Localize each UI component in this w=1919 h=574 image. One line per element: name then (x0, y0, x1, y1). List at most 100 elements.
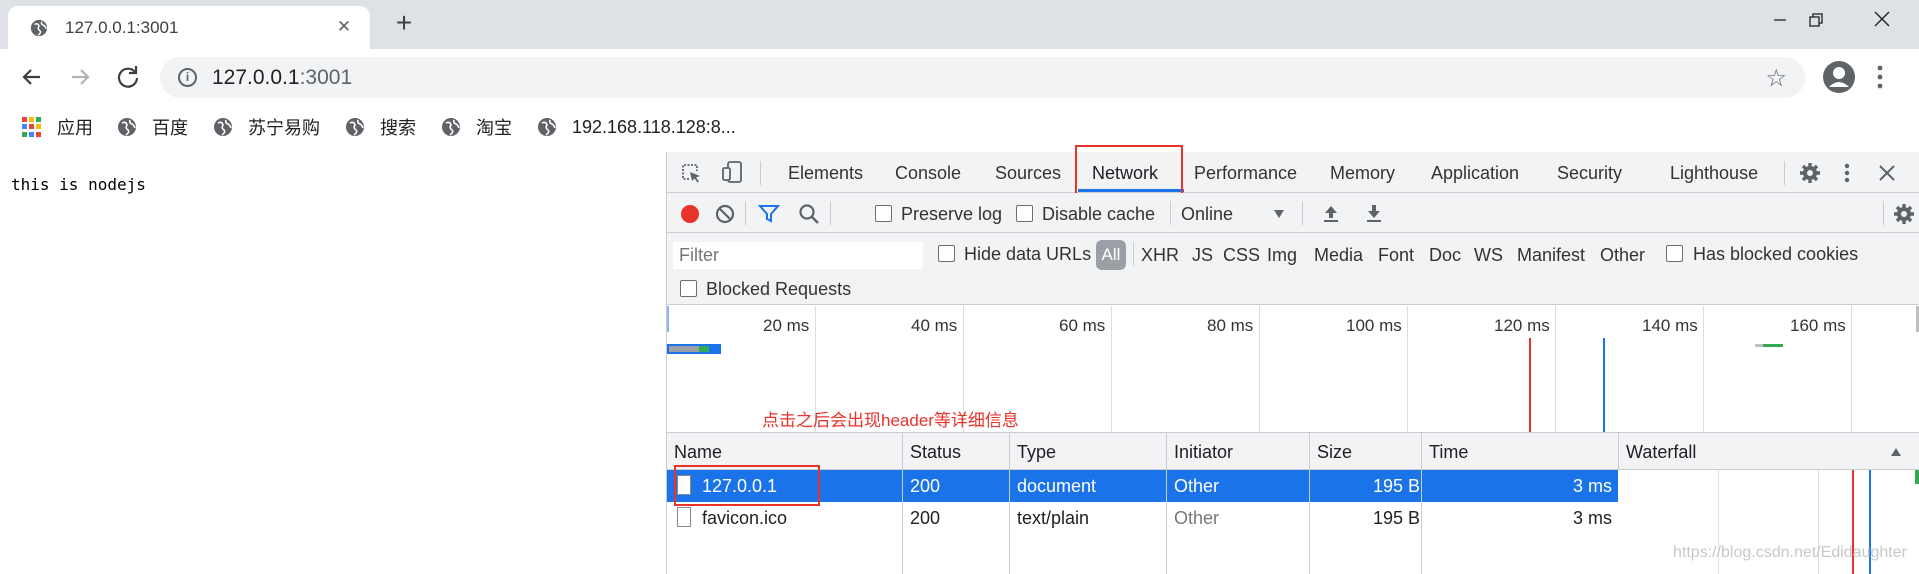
cell-name: favicon.ico (702, 508, 788, 528)
column-time[interactable]: Time (1429, 442, 1468, 463)
column-divider[interactable] (1421, 432, 1422, 574)
watermark: https://blog.csdn.net/Edidaughter (1673, 544, 1907, 561)
bookmark-apps[interactable]: 应用 (22, 116, 93, 138)
minimize-button[interactable] (1764, 8, 1796, 36)
search-icon[interactable] (798, 203, 820, 225)
clear-icon[interactable] (715, 204, 735, 224)
column-divider[interactable] (1309, 432, 1310, 574)
bookmark-suning[interactable]: 苏宁易购 (213, 116, 320, 138)
table-row[interactable]: favicon.ico 200 text/plain Other 195 B 3… (667, 502, 1618, 534)
inspect-element-icon[interactable] (680, 162, 702, 184)
filter-css[interactable]: CSS (1223, 245, 1260, 266)
disable-cache-checkbox[interactable] (1016, 205, 1033, 222)
bookmark-search[interactable]: 搜索 (345, 116, 416, 138)
settings-gear-icon[interactable] (1799, 162, 1821, 184)
bookmark-taobao[interactable]: 淘宝 (441, 116, 512, 138)
blocked-requests-checkbox[interactable] (680, 280, 697, 297)
toolbar-divider (830, 201, 831, 225)
filter-doc[interactable]: Doc (1429, 245, 1461, 266)
tab-elements[interactable]: Elements (788, 163, 863, 184)
tab-memory[interactable]: Memory (1330, 163, 1395, 184)
globe-icon (214, 118, 232, 136)
filter-all-button[interactable]: All (1096, 240, 1126, 270)
devtools-menu-icon[interactable] (1842, 161, 1852, 185)
url-text[interactable]: 127.0.0.1:3001 (212, 66, 352, 90)
bookmark-star-icon[interactable]: ☆ (1765, 64, 1787, 93)
export-har-icon[interactable] (1364, 203, 1384, 223)
device-toolbar-icon[interactable] (721, 160, 743, 184)
record-icon[interactable] (680, 204, 700, 224)
tab-console[interactable]: Console (895, 163, 961, 184)
overview-gridline (1851, 306, 1852, 432)
column-size[interactable]: Size (1317, 442, 1352, 463)
cell-time: 3 ms (1573, 508, 1613, 528)
close-window-button[interactable] (1866, 8, 1898, 36)
close-tab-icon[interactable]: ✕ (334, 17, 354, 37)
filter-bar: Hide data URLs All XHR JS CSS Img Media … (667, 233, 1919, 305)
cell-initiator: Other (1174, 508, 1220, 528)
column-status[interactable]: Status (910, 442, 961, 463)
filter-xhr[interactable]: XHR (1141, 245, 1179, 266)
preserve-log-checkbox[interactable] (875, 205, 892, 222)
chrome-menu-icon[interactable] (1874, 62, 1886, 92)
page-body-text: this is nodejs (11, 175, 146, 194)
chevron-down-icon[interactable] (1273, 209, 1285, 219)
address-bar[interactable]: i 127.0.0.1:3001 ☆ (160, 57, 1805, 98)
globe-icon (442, 118, 460, 136)
filter-ws[interactable]: WS (1474, 245, 1503, 266)
filter-other[interactable]: Other (1600, 245, 1645, 266)
column-type[interactable]: Type (1017, 442, 1056, 463)
back-icon[interactable] (16, 61, 48, 93)
filter-manifest[interactable]: Manifest (1517, 245, 1585, 266)
filter-divider (1133, 242, 1134, 266)
network-overview[interactable]: 20 ms 40 ms 60 ms 80 ms 100 ms 120 ms 14… (667, 306, 1919, 432)
restore-button[interactable] (1800, 8, 1832, 36)
account-avatar-icon[interactable] (1821, 59, 1857, 95)
hide-data-urls-checkbox[interactable] (938, 245, 955, 262)
tab-sources[interactable]: Sources (995, 163, 1061, 184)
filter-font[interactable]: Font (1378, 245, 1414, 266)
cell-initiator: Other (1174, 476, 1220, 496)
close-devtools-icon[interactable] (1878, 164, 1896, 182)
overview-gridline (1555, 306, 1556, 432)
overview-gridline (1407, 306, 1408, 432)
has-blocked-cookies-checkbox[interactable] (1666, 245, 1683, 262)
forward-icon[interactable] (64, 61, 96, 93)
network-tab-highlight (1075, 145, 1183, 198)
tab-performance[interactable]: Performance (1194, 163, 1297, 184)
new-tab-button[interactable]: + (390, 9, 418, 38)
browser-tab[interactable]: 127.0.0.1:3001 ✕ (8, 6, 370, 49)
overview-gridline (1111, 306, 1112, 432)
tab-lighthouse[interactable]: Lighthouse (1670, 163, 1758, 184)
import-har-icon[interactable] (1321, 203, 1341, 223)
overview-tick: 60 ms (1059, 316, 1106, 335)
overview-left-handle[interactable] (667, 306, 669, 332)
reload-icon[interactable] (112, 61, 144, 93)
globe-icon (118, 118, 136, 136)
filter-input[interactable] (673, 242, 923, 269)
column-waterfall[interactable]: Waterfall (1626, 442, 1696, 463)
bookmark-ip[interactable]: 192.168.118.128:8... (537, 116, 736, 138)
throttling-select[interactable]: Online (1181, 204, 1233, 225)
bookmark-baidu[interactable]: 百度 (117, 116, 188, 138)
tab-security[interactable]: Security (1557, 163, 1622, 184)
has-blocked-cookies-label: Has blocked cookies (1693, 244, 1859, 264)
column-divider[interactable] (902, 432, 903, 574)
globe-icon (346, 118, 364, 136)
sort-ascending-icon[interactable] (1890, 447, 1902, 457)
network-settings-gear-icon[interactable] (1893, 203, 1915, 225)
column-name[interactable]: Name (674, 442, 722, 463)
column-divider[interactable] (1166, 432, 1167, 574)
overview-tick: 20 ms (763, 316, 810, 335)
info-icon[interactable]: i (178, 68, 197, 87)
tab-application[interactable]: Application (1431, 163, 1519, 184)
filter-media[interactable]: Media (1314, 245, 1363, 266)
apps-grid-icon (22, 117, 42, 137)
column-divider[interactable] (1009, 432, 1010, 574)
filter-js[interactable]: JS (1192, 245, 1213, 266)
overview-gridline (1259, 306, 1260, 432)
column-initiator[interactable]: Initiator (1174, 442, 1233, 463)
filter-icon[interactable] (758, 204, 780, 224)
cell-status: 200 (910, 476, 941, 496)
filter-img[interactable]: Img (1267, 245, 1297, 266)
